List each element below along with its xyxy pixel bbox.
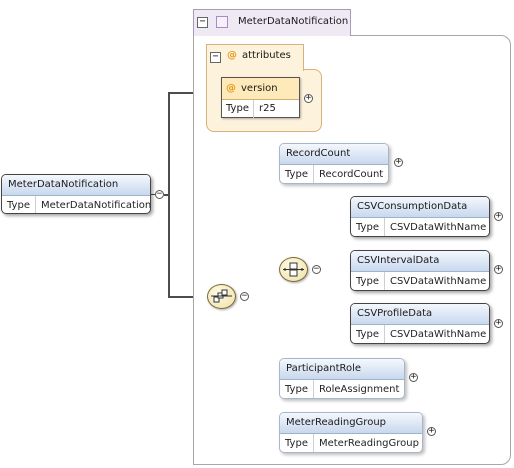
- element-csv-profile-data[interactable]: CSVProfileData Type CSVDataWithName: [350, 303, 490, 344]
- csv-interval-type-value: CSVDataWithName: [389, 276, 487, 287]
- attribute-at-icon: @: [226, 83, 236, 94]
- meter-reading-group-type-value: MeterReadingGroup: [318, 438, 419, 449]
- participant-role-name: ParticipantRole: [280, 359, 404, 380]
- element-meter-reading-group[interactable]: MeterReadingGroup Type MeterReadingGroup: [279, 412, 423, 453]
- root-element[interactable]: MeterDataNotification Type MeterDataNotif…: [1, 174, 151, 214]
- csv-profile-type-value: CSVDataWithName: [389, 329, 487, 340]
- csv-interval-type-key: Type: [351, 272, 385, 290]
- collapse-sequence-icon[interactable]: −: [240, 292, 249, 301]
- root-type-key: Type: [2, 196, 36, 213]
- participant-role-type-key: Type: [280, 380, 314, 398]
- record-count-type-value: RecordCount: [318, 169, 384, 180]
- complex-type-icon: [216, 16, 228, 28]
- meter-reading-group-name: MeterReadingGroup: [280, 413, 422, 434]
- collapse-complex-type-icon[interactable]: −: [197, 17, 208, 28]
- attribute-type-key: Type: [222, 100, 254, 118]
- record-count-type-key: Type: [280, 165, 314, 183]
- attribute-version[interactable]: @ version Type r25: [221, 77, 300, 118]
- csv-interval-name: CSVIntervalData: [351, 251, 489, 272]
- collapse-choice-icon[interactable]: −: [312, 265, 321, 274]
- csv-consumption-name: CSVConsumptionData: [351, 197, 489, 218]
- collapse-attributes-icon[interactable]: −: [210, 52, 221, 63]
- choice-compositor-icon[interactable]: [279, 257, 308, 282]
- element-csv-interval-data[interactable]: CSVIntervalData Type CSVDataWithName: [350, 250, 490, 291]
- complex-type-tab: − MeterDataNotification: [193, 9, 351, 36]
- meter-reading-group-type-key: Type: [280, 434, 314, 452]
- expand-csv-profile-icon[interactable]: +: [494, 319, 503, 328]
- csv-consumption-type-key: Type: [351, 218, 385, 236]
- expand-meter-reading-group-icon[interactable]: +: [427, 427, 436, 436]
- record-count-name: RecordCount: [280, 144, 388, 165]
- attribute-type-value: r25: [258, 103, 276, 114]
- expand-participant-role-icon[interactable]: +: [409, 373, 418, 382]
- attribute-name: version: [241, 83, 278, 94]
- expand-version-icon[interactable]: +: [304, 94, 313, 103]
- element-participant-role[interactable]: ParticipantRole Type RoleAssignment: [279, 358, 405, 399]
- sequence-compositor-icon[interactable]: [207, 284, 236, 309]
- collapse-root-icon[interactable]: −: [155, 190, 164, 199]
- root-type-value: MeterDataNotification: [40, 200, 151, 211]
- element-csv-consumption-data[interactable]: CSVConsumptionData Type CSVDataWithName: [350, 196, 490, 237]
- expand-csv-interval-icon[interactable]: +: [494, 265, 503, 274]
- trunk-join: [164, 194, 169, 196]
- attributes-label: attributes: [242, 50, 291, 61]
- element-record-count[interactable]: RecordCount Type RecordCount: [279, 143, 389, 184]
- attributes-group-tab: − @ attributes: [206, 44, 304, 71]
- participant-role-type-value: RoleAssignment: [318, 384, 400, 395]
- root-element-name: MeterDataNotification: [2, 175, 150, 196]
- attribute-at-icon: @: [227, 50, 237, 61]
- complex-type-name: MeterDataNotification: [238, 16, 349, 27]
- csv-consumption-type-value: CSVDataWithName: [389, 222, 487, 233]
- csv-profile-name: CSVProfileData: [351, 304, 489, 325]
- expand-record-count-icon[interactable]: +: [394, 158, 403, 167]
- expand-csv-consumption-icon[interactable]: +: [494, 212, 503, 221]
- csv-profile-type-key: Type: [351, 325, 385, 343]
